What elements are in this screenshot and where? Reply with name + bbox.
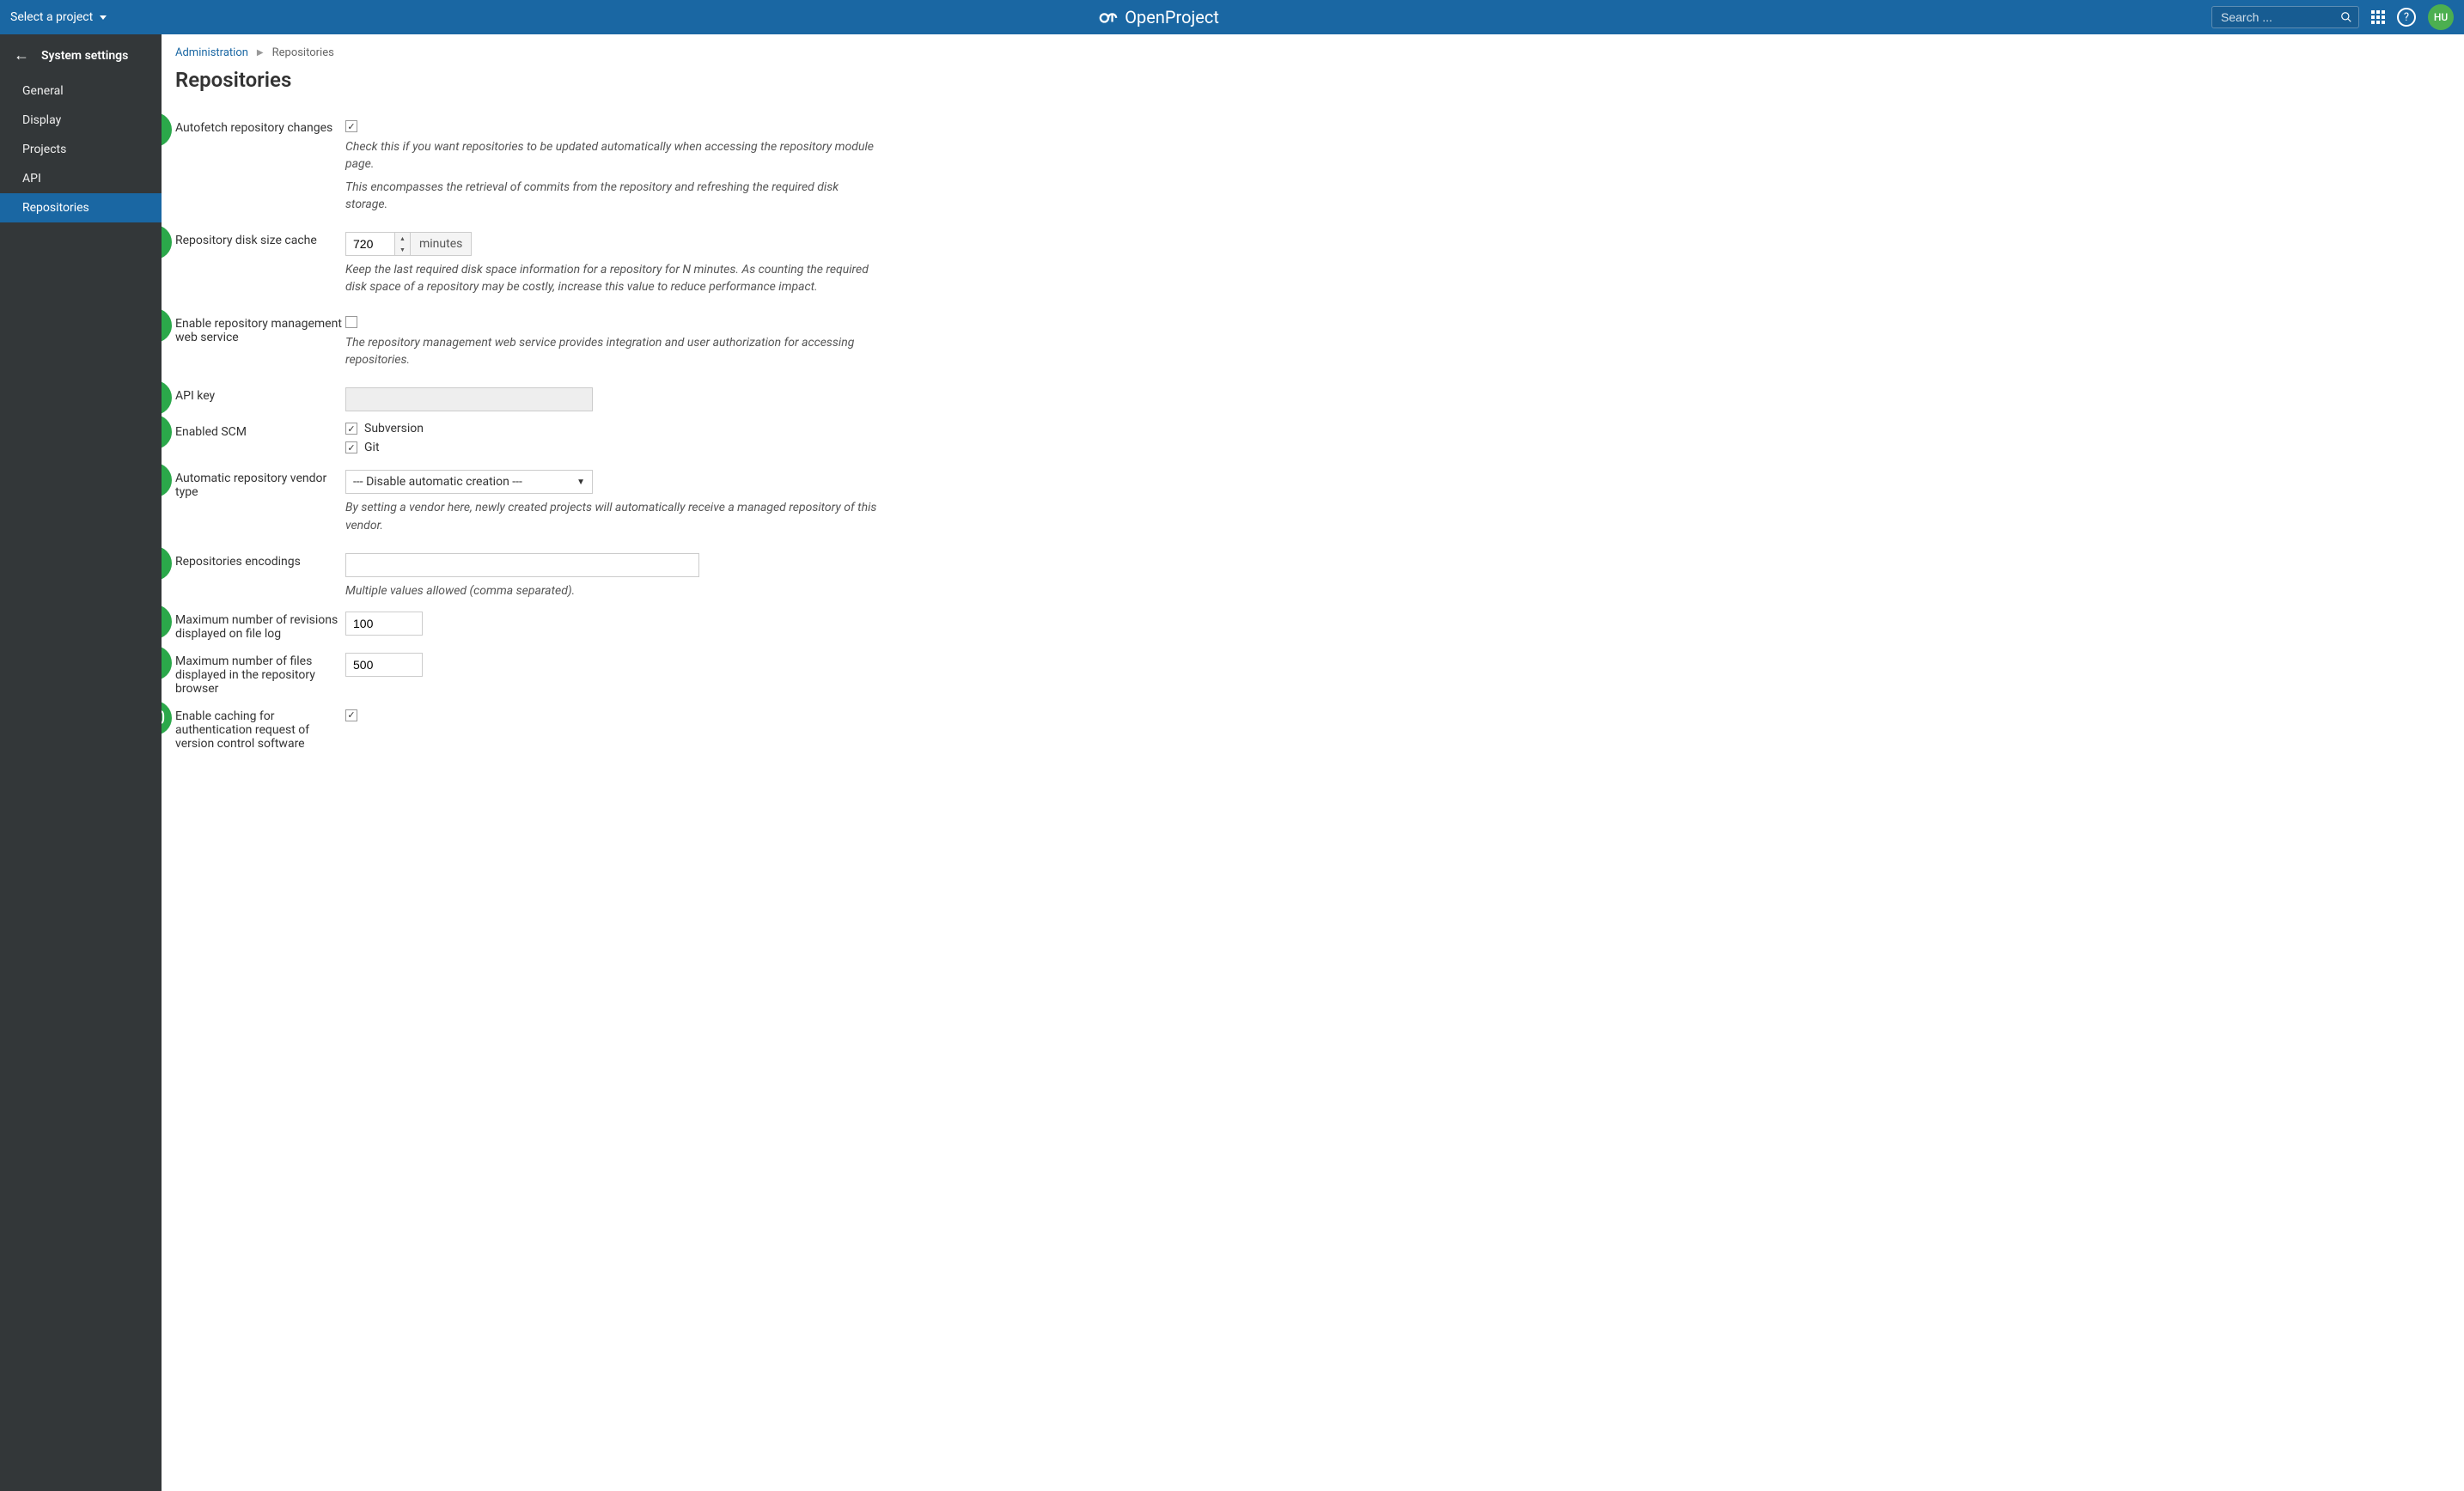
sidebar-item-api[interactable]: API [0, 164, 162, 193]
sidebar-title: System settings [41, 49, 128, 63]
help-web-service: The repository management web service pr… [345, 334, 878, 369]
caret-down-icon: ▼ [576, 478, 585, 487]
openproject-icon [1099, 8, 1118, 27]
avatar[interactable]: HU [2428, 4, 2454, 30]
badge-5: 5 [162, 415, 172, 449]
help-autofetch-1: Check this if you want repositories to b… [345, 138, 878, 173]
checkbox-git[interactable] [345, 441, 357, 453]
badge-1: 1 [162, 113, 172, 147]
search-input[interactable] [2211, 6, 2359, 28]
row-max-files: 9 Maximum number of files displayed in t… [175, 653, 2450, 696]
main-content: Administration ▶ Repositories Repositori… [162, 34, 2464, 1491]
chevron-right-icon: ▶ [257, 48, 264, 58]
search-box [2211, 6, 2359, 28]
brand-name: OpenProject [1125, 7, 1219, 27]
badge-6: 6 [162, 463, 172, 497]
top-header: Select a project OpenProject ? HU [0, 0, 2464, 34]
label-disk-cache: Repository disk size cache [175, 234, 317, 247]
row-max-revisions: 8 Maximum number of revisions displayed … [175, 612, 2450, 641]
badge-3: 3 [162, 308, 172, 343]
label-api-key: API key [175, 389, 215, 403]
label-auto-vendor: Automatic repository vendor type [175, 472, 326, 499]
label-max-files: Maximum number of files displayed in the… [175, 654, 315, 696]
row-disk-cache: 2 Repository disk size cache ▲▼ minutes … [175, 232, 2450, 296]
badge-4: 4 [162, 380, 172, 415]
label-enabled-scm: Enabled SCM [175, 425, 247, 439]
help-disk-cache: Keep the last required disk space inform… [345, 261, 878, 296]
header-brand-area: OpenProject [107, 7, 2211, 27]
encodings-input[interactable] [345, 553, 699, 577]
badge-7: 7 [162, 546, 172, 581]
back-arrow-icon[interactable]: ← [14, 46, 29, 64]
badge-2: 2 [162, 225, 172, 259]
breadcrumb-root[interactable]: Administration [175, 46, 248, 59]
checkbox-subversion[interactable] [345, 423, 357, 435]
disk-cache-input[interactable] [346, 233, 394, 255]
row-api-key: 4 API key [175, 387, 2450, 411]
disk-cache-spinner[interactable]: ▲▼ [394, 233, 410, 255]
label-max-revisions: Maximum number of revisions displayed on… [175, 613, 338, 641]
row-enabled-scm: 5 Enabled SCM Subversion Git [175, 422, 2450, 459]
api-key-input[interactable] [345, 387, 593, 411]
label-subversion: Subversion [364, 422, 424, 435]
help-icon[interactable]: ? [2397, 8, 2416, 27]
sidebar-item-display[interactable]: Display [0, 106, 162, 135]
label-web-service: Enable repository management web service [175, 317, 342, 344]
sidebar-header: ← System settings [0, 34, 162, 76]
search-icon [2340, 11, 2352, 23]
auto-vendor-select[interactable]: --- Disable automatic creation --- ▼ [345, 470, 593, 494]
checkbox-web-service[interactable] [345, 316, 357, 328]
badge-10: 10 [162, 701, 172, 735]
checkbox-enable-caching[interactable] [345, 709, 357, 721]
max-revisions-input[interactable] [345, 612, 423, 636]
auto-vendor-selected: --- Disable automatic creation --- [353, 475, 522, 489]
breadcrumb: Administration ▶ Repositories [175, 46, 2450, 59]
sidebar-item-repositories[interactable]: Repositories [0, 193, 162, 222]
scm-option-git: Git [345, 441, 878, 454]
project-selector[interactable]: Select a project [10, 10, 107, 24]
brand-logo[interactable]: OpenProject [1099, 7, 1219, 27]
project-selector-label: Select a project [10, 10, 93, 24]
scm-option-subversion: Subversion [345, 422, 878, 435]
row-web-service: 3 Enable repository management web servi… [175, 315, 2450, 369]
checkbox-autofetch[interactable] [345, 120, 357, 132]
row-auto-vendor: 6 Automatic repository vendor type --- D… [175, 470, 2450, 534]
help-autofetch-2: This encompasses the retrieval of commit… [345, 179, 878, 214]
row-autofetch: 1 Autofetch repository changes Check thi… [175, 119, 2450, 213]
row-enable-caching: 10 Enable caching for authentication req… [175, 708, 2450, 751]
sidebar-item-projects[interactable]: Projects [0, 135, 162, 164]
sidebar-item-general[interactable]: General [0, 76, 162, 106]
label-enable-caching: Enable caching for authentication reques… [175, 709, 309, 751]
apps-grid-icon[interactable] [2371, 10, 2385, 24]
header-right: ? HU [2211, 4, 2454, 30]
disk-cache-input-wrap: ▲▼ minutes [345, 232, 472, 256]
label-encodings: Repositories encodings [175, 555, 301, 569]
badge-8: 8 [162, 605, 172, 639]
sidebar: ← System settings General Display Projec… [0, 34, 162, 1491]
label-git: Git [364, 441, 380, 454]
badge-9: 9 [162, 646, 172, 680]
breadcrumb-current: Repositories [272, 46, 334, 59]
help-encodings: Multiple values allowed (comma separated… [345, 582, 878, 599]
row-encodings: 7 Repositories encodings Multiple values… [175, 553, 2450, 599]
max-files-input[interactable] [345, 653, 423, 677]
label-autofetch: Autofetch repository changes [175, 121, 332, 135]
page-title: Repositories [175, 68, 2450, 92]
disk-cache-unit: minutes [410, 233, 471, 255]
sidebar-nav: General Display Projects API Repositorie… [0, 76, 162, 222]
caret-down-icon [100, 15, 107, 20]
help-auto-vendor: By setting a vendor here, newly created … [345, 499, 878, 534]
